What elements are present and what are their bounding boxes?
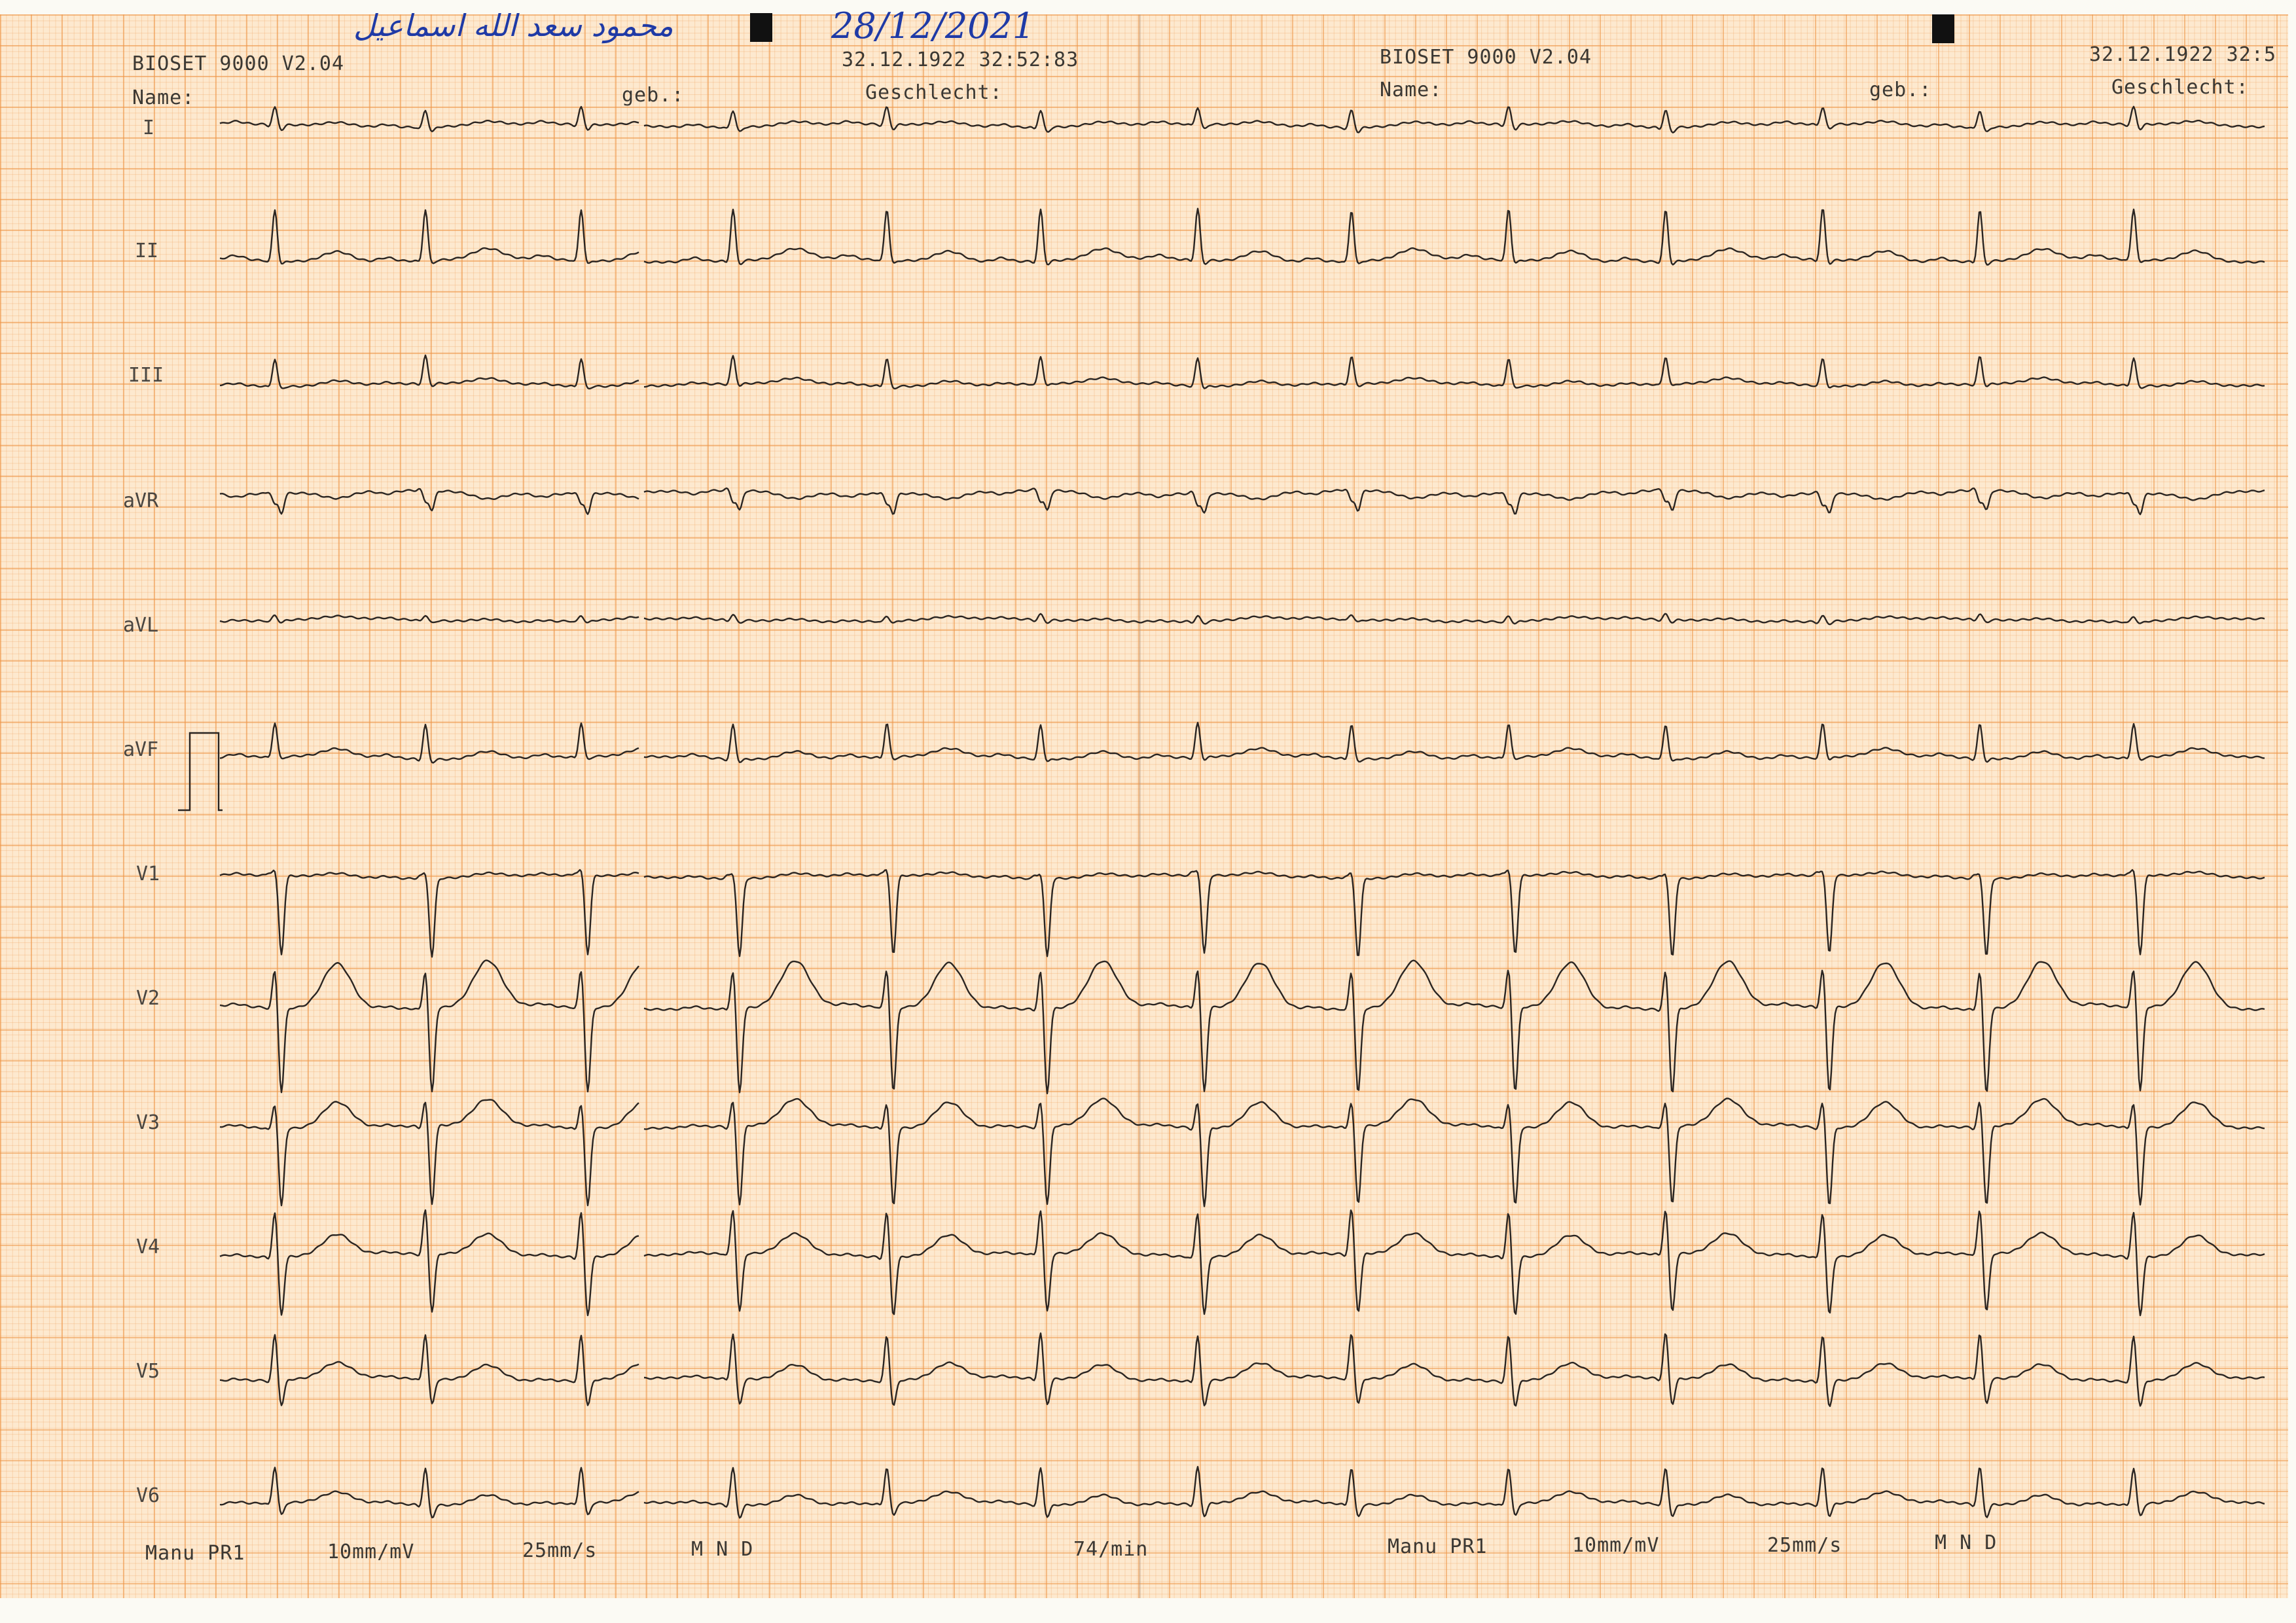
ecg-trace-V5-left: [219, 1334, 639, 1406]
speed-label-right: 25mm/s: [1767, 1534, 1842, 1557]
ecg-trace-V1-right: [643, 869, 2265, 957]
ecg-trace-V4-right: [643, 1209, 2265, 1317]
ecg-trace-V6-left: [219, 1467, 639, 1519]
ecg-trace-aVL-right: [643, 613, 2265, 626]
ecg-trace-V6-right: [643, 1466, 2265, 1519]
ecg-trace-aVF-left: [219, 722, 639, 764]
speed-label-left: 25mm/s: [522, 1539, 598, 1562]
calibration-pulse: [178, 732, 223, 812]
ecg-traces: [178, 105, 2265, 1519]
ecg-trace-V3-left: [219, 1099, 639, 1207]
ecg-trace-II-right: [643, 207, 2265, 266]
ecg-trace-III-left: [219, 354, 639, 390]
ecg-trace-V3-right: [643, 1097, 2265, 1207]
ecg-trace-III-right: [644, 355, 2265, 389]
heart-rate-label: 74/min: [1073, 1538, 1149, 1561]
ecg-trace-V2-right: [643, 959, 2265, 1095]
filter-label-left: M N D: [691, 1538, 754, 1561]
ecg-trace-aVR-left: [219, 488, 639, 515]
ecg-trace-aVR-right: [643, 487, 2265, 516]
gain-label-left: 10mm/mV: [327, 1541, 415, 1563]
ecg-trace-I-right: [643, 105, 2265, 134]
ecg-trace-II-left: [219, 209, 639, 265]
ecg-trace-aVF-right: [643, 722, 2265, 763]
mode-label-left: Manu PR1: [145, 1542, 245, 1565]
ecg-trace-aVL-left: [219, 614, 639, 624]
ecg-trace-V1-left: [219, 869, 639, 958]
ecg-trace-V2-left: [219, 959, 639, 1094]
ecg-trace-I-left: [219, 105, 639, 133]
gain-label-right: 10mm/mV: [1572, 1534, 1660, 1557]
filter-label-right: M N D: [1935, 1531, 1998, 1554]
ecg-trace-V4-left: [219, 1209, 639, 1317]
mode-label-right: Manu PR1: [1388, 1535, 1488, 1558]
ecg-trace-V5-right: [643, 1332, 2265, 1407]
